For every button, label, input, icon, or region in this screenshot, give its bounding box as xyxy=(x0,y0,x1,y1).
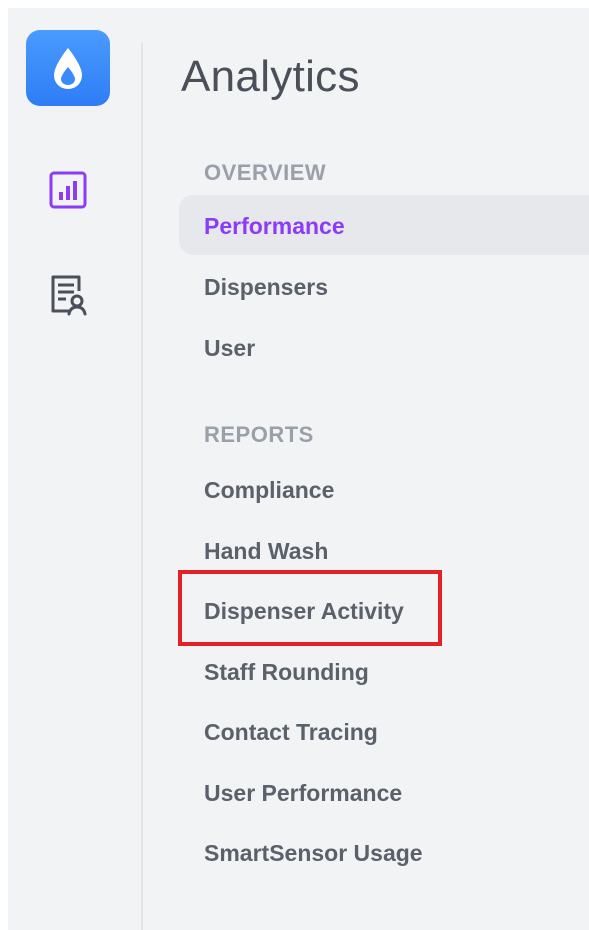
rail-item-analytics[interactable] xyxy=(46,168,90,212)
section-label-overview: OVERVIEW xyxy=(204,160,327,185)
certificate-report-icon xyxy=(51,275,87,316)
analytics-app: Analytics OVERVIEW Performance Dispenser… xyxy=(8,8,589,930)
page-title: Analytics xyxy=(181,52,360,101)
nav-item-hand-wash[interactable]: Hand Wash xyxy=(204,538,328,565)
nav-item-smartsensor-usage[interactable]: SmartSensor Usage xyxy=(204,840,423,867)
water-drop-icon xyxy=(54,48,82,89)
nav-item-user-performance[interactable]: User Performance xyxy=(204,780,402,807)
nav-item-staff-rounding[interactable]: Staff Rounding xyxy=(204,659,369,686)
icon-rail xyxy=(8,8,141,930)
nav-item-performance[interactable]: Performance xyxy=(204,213,345,240)
nav-item-compliance[interactable]: Compliance xyxy=(204,477,334,504)
rail-item-reports[interactable] xyxy=(46,273,90,317)
app-logo[interactable] xyxy=(26,30,110,106)
nav-item-contact-tracing[interactable]: Contact Tracing xyxy=(204,719,378,746)
section-label-reports: REPORTS xyxy=(204,422,314,447)
bar-chart-icon xyxy=(49,171,87,209)
analytics-nav-panel: Analytics OVERVIEW Performance Dispenser… xyxy=(143,8,589,930)
nav-item-user[interactable]: User xyxy=(204,335,255,362)
highlight-box xyxy=(178,570,442,646)
nav-item-dispensers[interactable]: Dispensers xyxy=(204,274,328,301)
